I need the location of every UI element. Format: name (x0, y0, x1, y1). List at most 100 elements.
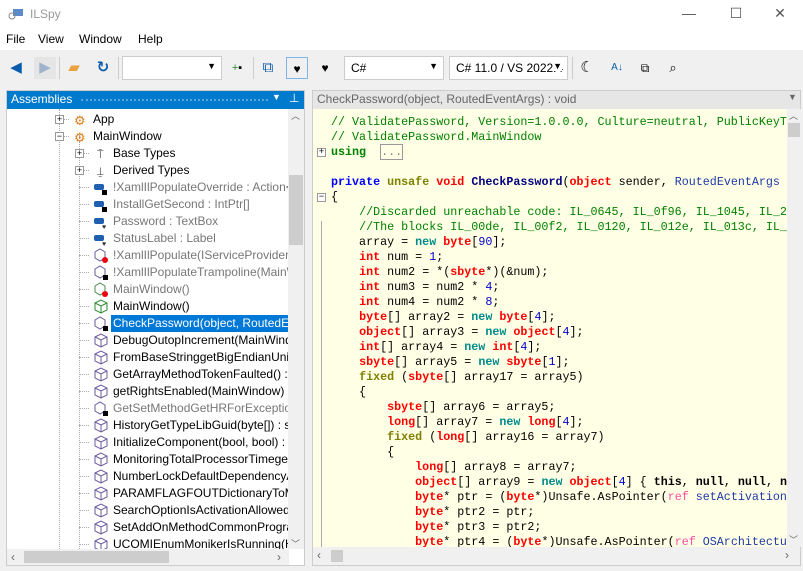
tree-item[interactable]: InstallGetSecond : IntPtr[] (7, 196, 289, 213)
expand-using-icon[interactable]: + (317, 148, 326, 157)
tab-menu-icon[interactable]: ▼ (788, 92, 797, 102)
code-token: sbyte (387, 400, 423, 414)
tree-item[interactable]: FromBaseStringgetBigEndianUnic (7, 349, 289, 366)
method-icon (94, 333, 108, 348)
tree-item-label: CheckPassword(object, RoutedEve (111, 315, 289, 332)
code-token: ] { (625, 475, 654, 489)
code-line: byte[] array2 = new byte[4]; (331, 310, 555, 325)
show-all-members-icon[interactable]: ♥ (314, 57, 336, 79)
tree-item[interactable]: MainWindow() (7, 281, 289, 298)
open-file-icon[interactable]: ▰ (63, 57, 85, 79)
code-token: [] array2 = (387, 310, 472, 324)
menu-view[interactable]: View (38, 32, 64, 46)
scroll-up-icon[interactable]: ︿ (291, 109, 300, 122)
language-version-combo[interactable]: C# 11.0 / VS 2022.4 ▼ (449, 56, 568, 80)
search-icon[interactable]: ⌕ (662, 57, 684, 79)
collapse-icon[interactable]: − (55, 132, 64, 141)
tree-item[interactable]: + ⍑ Base Types (7, 145, 289, 162)
tree-item[interactable]: NumberLockDefaultDependencyA (7, 468, 289, 485)
add-assembly-icon[interactable]: +▪ (226, 57, 248, 79)
code-token: new (415, 235, 437, 249)
tree-horizontal-scrollbar[interactable]: ‹ › (7, 549, 289, 565)
menu-file[interactable]: File (6, 32, 25, 46)
tree-item-label: InitializeComponent(bool, bool) : v (113, 435, 289, 449)
windows-icon[interactable]: ⧉ (634, 57, 656, 79)
menu-window[interactable]: Window (79, 32, 122, 46)
tree-item[interactable]: + ⍊ Derived Types (7, 162, 289, 179)
tree-item[interactable]: !XamlIlPopulateOverride : Action< (7, 179, 289, 196)
tree-item[interactable]: + ⚙ App (7, 111, 289, 128)
collapse-all-icon[interactable]: ⧉ (257, 57, 279, 79)
minimize-button[interactable]: — (666, 0, 712, 28)
tree-item[interactable]: ♥ Password : TextBox (7, 213, 289, 230)
close-button[interactable]: ✕ (757, 0, 803, 28)
tree-item[interactable]: MainWindow() (7, 298, 289, 315)
tree-item[interactable]: SetAddOnMethodCommonProgra (7, 519, 289, 536)
code-token: RoutedEventArgs (674, 175, 780, 189)
tree-item[interactable]: !XamlIlPopulateTrampoline(MainW (7, 264, 289, 281)
tree-item[interactable]: CheckPassword(object, RoutedEve (7, 315, 289, 332)
code-horizontal-scrollbar[interactable]: ‹ › (313, 547, 800, 565)
tree-item[interactable]: HistoryGetTypeLibGuid(byte[]) : str (7, 417, 289, 434)
folded-region-button[interactable]: ... (380, 144, 404, 160)
tree-item-label: HistoryGetTypeLibGuid(byte[]) : str (113, 418, 289, 432)
expand-icon[interactable]: + (75, 149, 84, 158)
theme-moon-icon[interactable]: ☾ (576, 57, 598, 79)
tree-item[interactable]: SearchOptionIsActivationAllowed( (7, 502, 289, 519)
tree-item[interactable]: !XamlIlPopulate(IServiceProvider, M (7, 247, 289, 264)
forward-icon[interactable]: ▶ (34, 57, 56, 79)
scroll-thumb[interactable] (24, 551, 169, 563)
expand-icon[interactable]: + (75, 166, 84, 175)
scroll-thumb[interactable] (788, 123, 800, 137)
code-line: object[] array9 = new object[4] { this, … (331, 475, 787, 490)
tree-item-label: !XamlIlPopulateTrampoline(MainW (113, 265, 289, 279)
language-combo[interactable]: C# ▼ (344, 56, 444, 80)
tree-item[interactable]: getRightsEnabled(MainWindow) : (7, 383, 289, 400)
code-line: long[] array7 = new long[4]; (331, 415, 583, 430)
code-line: using ... (331, 144, 404, 160)
code-vertical-scrollbar[interactable]: ︿ ﹀ (787, 109, 801, 547)
code-line: int num4 = num2 * 8; (331, 295, 499, 310)
code-token: ( (394, 370, 409, 384)
show-internal-members-icon[interactable]: ♥ (286, 57, 308, 79)
tree-item-label: Derived Types (113, 163, 190, 177)
tree-item[interactable]: GetSetMethodGetHRForException (7, 400, 289, 417)
tree-item-label: !XamlIlPopulateOverride : Action< (113, 180, 289, 194)
scroll-down-icon[interactable]: ﹀ (291, 537, 300, 550)
tree-item[interactable]: DebugOutopIncrement(MainWind (7, 332, 289, 349)
scroll-up-icon[interactable]: ︿ (789, 109, 798, 122)
expand-icon[interactable]: + (55, 115, 64, 124)
maximize-button[interactable]: ☐ (713, 0, 759, 28)
menu-help[interactable]: Help (138, 32, 163, 46)
tab-checkpassword[interactable]: CheckPassword(object, RoutedEventArgs) :… (313, 91, 800, 109)
tree-item[interactable]: MonitoringTotalProcessorTimeget (7, 451, 289, 468)
tree-item[interactable]: PARAMFLAGFOUTDictionaryToMa (7, 485, 289, 502)
panel-menu-icon[interactable]: ▼ (272, 92, 281, 102)
scroll-thumb[interactable] (289, 175, 303, 245)
assembly-list-combo[interactable]: ▼ (122, 56, 222, 80)
collapse-method-icon[interactable]: − (317, 193, 326, 202)
sort-az-icon[interactable]: A↓ (606, 57, 628, 79)
back-icon[interactable]: ◀ (5, 57, 27, 79)
scroll-thumb[interactable] (331, 550, 343, 562)
scroll-right-icon[interactable]: › (277, 550, 281, 564)
menu-bar: File View Window Help (0, 28, 803, 50)
code-token: * ptr4 = ( (443, 535, 514, 547)
code-view[interactable]: // ValidatePassword, Version=1.0.0.0, Cu… (313, 109, 787, 547)
scroll-left-icon[interactable]: ‹ (11, 550, 15, 564)
tree-item[interactable]: InitializeComponent(bool, bool) : v (7, 434, 289, 451)
tree-item[interactable]: GetArrayMethodTokenFaulted() : S (7, 366, 289, 383)
scroll-left-icon[interactable]: ‹ (317, 548, 321, 562)
tree-item[interactable]: ♥ StatusLabel : Label (7, 230, 289, 247)
scroll-down-icon[interactable]: ﹀ (789, 533, 798, 546)
method-icon (94, 384, 108, 399)
pin-icon[interactable]: ⊥ (289, 91, 299, 105)
refresh-icon[interactable]: ↻ (92, 57, 114, 79)
scroll-right-icon[interactable]: › (785, 548, 789, 562)
tree-item[interactable]: UCOMIEnumMonikerIsRunning(H (7, 536, 289, 549)
tree-connector (79, 408, 89, 409)
tree-item[interactable]: − ⚙ MainWindow (7, 128, 289, 145)
tree-vertical-scrollbar[interactable]: ︿ ﹀ (288, 109, 304, 549)
code-token: * ptr = ( (443, 490, 507, 504)
